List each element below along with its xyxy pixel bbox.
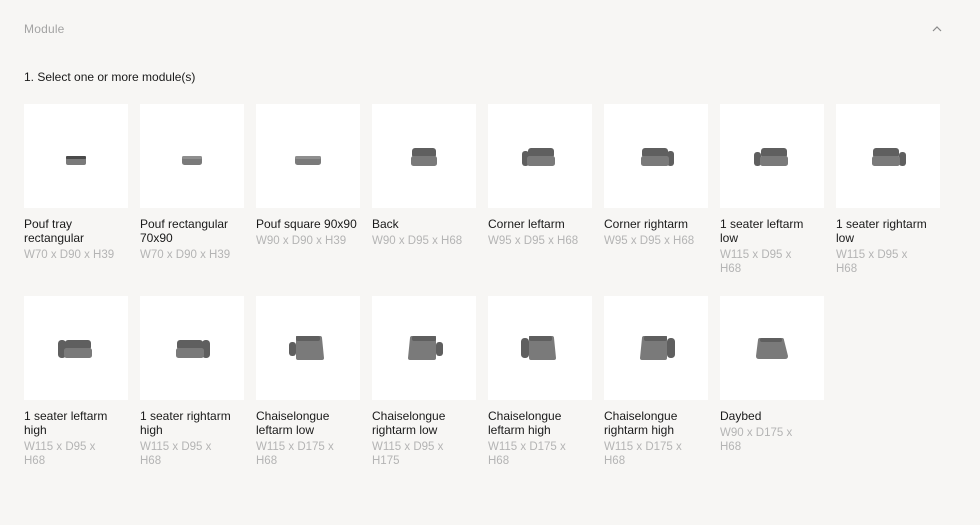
module-card[interactable]: Chaiselongue leftarm low W115 x D175 x H6… — [256, 296, 360, 488]
module-dimensions: W115 x D95 x H68 — [140, 441, 212, 467]
module-thumbnail — [24, 104, 128, 208]
module-thumbnail — [372, 104, 476, 208]
module-grid: Pouf tray rectangular W70 x D90 x H39 Pou… — [24, 104, 940, 488]
module-dimensions: W70 x D90 x H39 — [140, 249, 231, 261]
chaise-rightarm-low-icon — [408, 336, 443, 360]
module-name: Pouf tray rectangular — [24, 217, 85, 245]
chaise-rightarm-high-icon — [640, 336, 675, 360]
module-card[interactable]: Pouf tray rectangular W70 x D90 x H39 — [24, 104, 128, 296]
module-name: Back — [372, 217, 399, 231]
module-dimensions: W95 x D95 x H68 — [488, 235, 579, 247]
module-name: Pouf square 90x90 — [256, 217, 357, 231]
module-thumbnail — [720, 296, 824, 400]
pouf-rectangular-icon — [182, 156, 202, 165]
module-card[interactable]: Daybed W90 x D175 x H68 — [720, 296, 824, 488]
pouf-tray-rectangular-icon — [66, 156, 86, 165]
corner-rightarm-icon — [641, 148, 674, 166]
seater-rightarm-low-icon — [872, 148, 906, 166]
module-thumbnail — [140, 296, 244, 400]
module-name: Chaiselongue leftarm high — [488, 409, 562, 437]
module-thumbnail — [604, 296, 708, 400]
module-thumbnail — [140, 104, 244, 208]
module-dimensions: W90 x D95 x H68 — [372, 235, 463, 247]
module-dimensions: W70 x D90 x H39 — [24, 249, 115, 261]
daybed-icon — [756, 338, 788, 359]
module-card[interactable]: Corner leftarm W95 x D95 x H68 — [488, 104, 592, 296]
module-card[interactable]: Pouf square 90x90 W90 x D90 x H39 — [256, 104, 360, 296]
module-dimensions: W90 x D90 x H39 — [256, 235, 347, 247]
module-dimensions: W115 x D175 x H68 — [488, 441, 566, 467]
module-dimensions: W115 x D175 x H68 — [604, 441, 682, 467]
module-thumbnail — [836, 104, 940, 208]
pouf-square-icon — [295, 156, 321, 165]
module-card[interactable]: Chaiselongue rightarm high W115 x D175 x … — [604, 296, 708, 488]
module-thumbnail — [256, 104, 360, 208]
module-name: Chaiselongue rightarm low — [372, 409, 446, 437]
seater-leftarm-high-icon — [58, 340, 92, 358]
module-name: Corner rightarm — [604, 217, 689, 231]
module-thumbnail — [372, 296, 476, 400]
module-name: 1 seater leftarm low — [720, 217, 804, 245]
seater-leftarm-low-icon — [754, 148, 788, 166]
chevron-up-icon[interactable] — [930, 22, 944, 36]
module-name: Corner leftarm — [488, 217, 565, 231]
module-dimensions: W115 x D175 x H68 — [256, 441, 334, 467]
module-card[interactable]: 1 seater leftarm high W115 x D95 x H68 — [24, 296, 128, 488]
module-name: 1 seater rightarm high — [140, 409, 231, 437]
module-dimensions: W90 x D175 x H68 — [720, 427, 793, 453]
corner-leftarm-icon — [522, 148, 555, 166]
chaise-leftarm-low-icon — [289, 336, 324, 360]
module-thumbnail — [256, 296, 360, 400]
module-card[interactable]: 1 seater rightarm high W115 x D95 x H68 — [140, 296, 244, 488]
module-dimensions: W115 x D95 x H68 — [24, 441, 96, 467]
module-thumbnail — [604, 104, 708, 208]
chaise-leftarm-high-icon — [521, 336, 556, 360]
module-name: Chaiselongue leftarm low — [256, 409, 330, 437]
module-name: Chaiselongue rightarm high — [604, 409, 678, 437]
module-dimensions: W115 x D95 x H175 — [372, 441, 444, 467]
back-icon — [411, 148, 437, 166]
module-name: Daybed — [720, 409, 762, 423]
module-card[interactable]: Pouf rectangular 70x90 W70 x D90 x H39 — [140, 104, 244, 296]
module-card[interactable]: Chaiselongue rightarm low W115 x D95 x H1… — [372, 296, 476, 488]
module-thumbnail — [488, 104, 592, 208]
module-card[interactable]: Back W90 x D95 x H68 — [372, 104, 476, 296]
module-card[interactable]: Chaiselongue leftarm high W115 x D175 x H… — [488, 296, 592, 488]
module-section-header[interactable]: Module — [24, 18, 944, 40]
module-dimensions: W115 x D95 x H68 — [720, 249, 792, 275]
module-name: 1 seater leftarm high — [24, 409, 108, 437]
module-card[interactable]: 1 seater leftarm low W115 x D95 x H68 — [720, 104, 824, 296]
seater-rightarm-high-icon — [176, 340, 210, 358]
module-thumbnail — [720, 104, 824, 208]
module-thumbnail — [488, 296, 592, 400]
module-card[interactable]: 1 seater rightarm low W115 x D95 x H68 — [836, 104, 940, 296]
module-dimensions: W115 x D95 x H68 — [836, 249, 908, 275]
module-thumbnail — [24, 296, 128, 400]
module-dimensions: W95 x D95 x H68 — [604, 235, 695, 247]
module-card[interactable]: Corner rightarm W95 x D95 x H68 — [604, 104, 708, 296]
section-title: Module — [24, 22, 65, 36]
module-name: Pouf rectangular 70x90 — [140, 217, 229, 245]
module-name: 1 seater rightarm low — [836, 217, 927, 245]
step-label: 1. Select one or more module(s) — [24, 70, 196, 84]
